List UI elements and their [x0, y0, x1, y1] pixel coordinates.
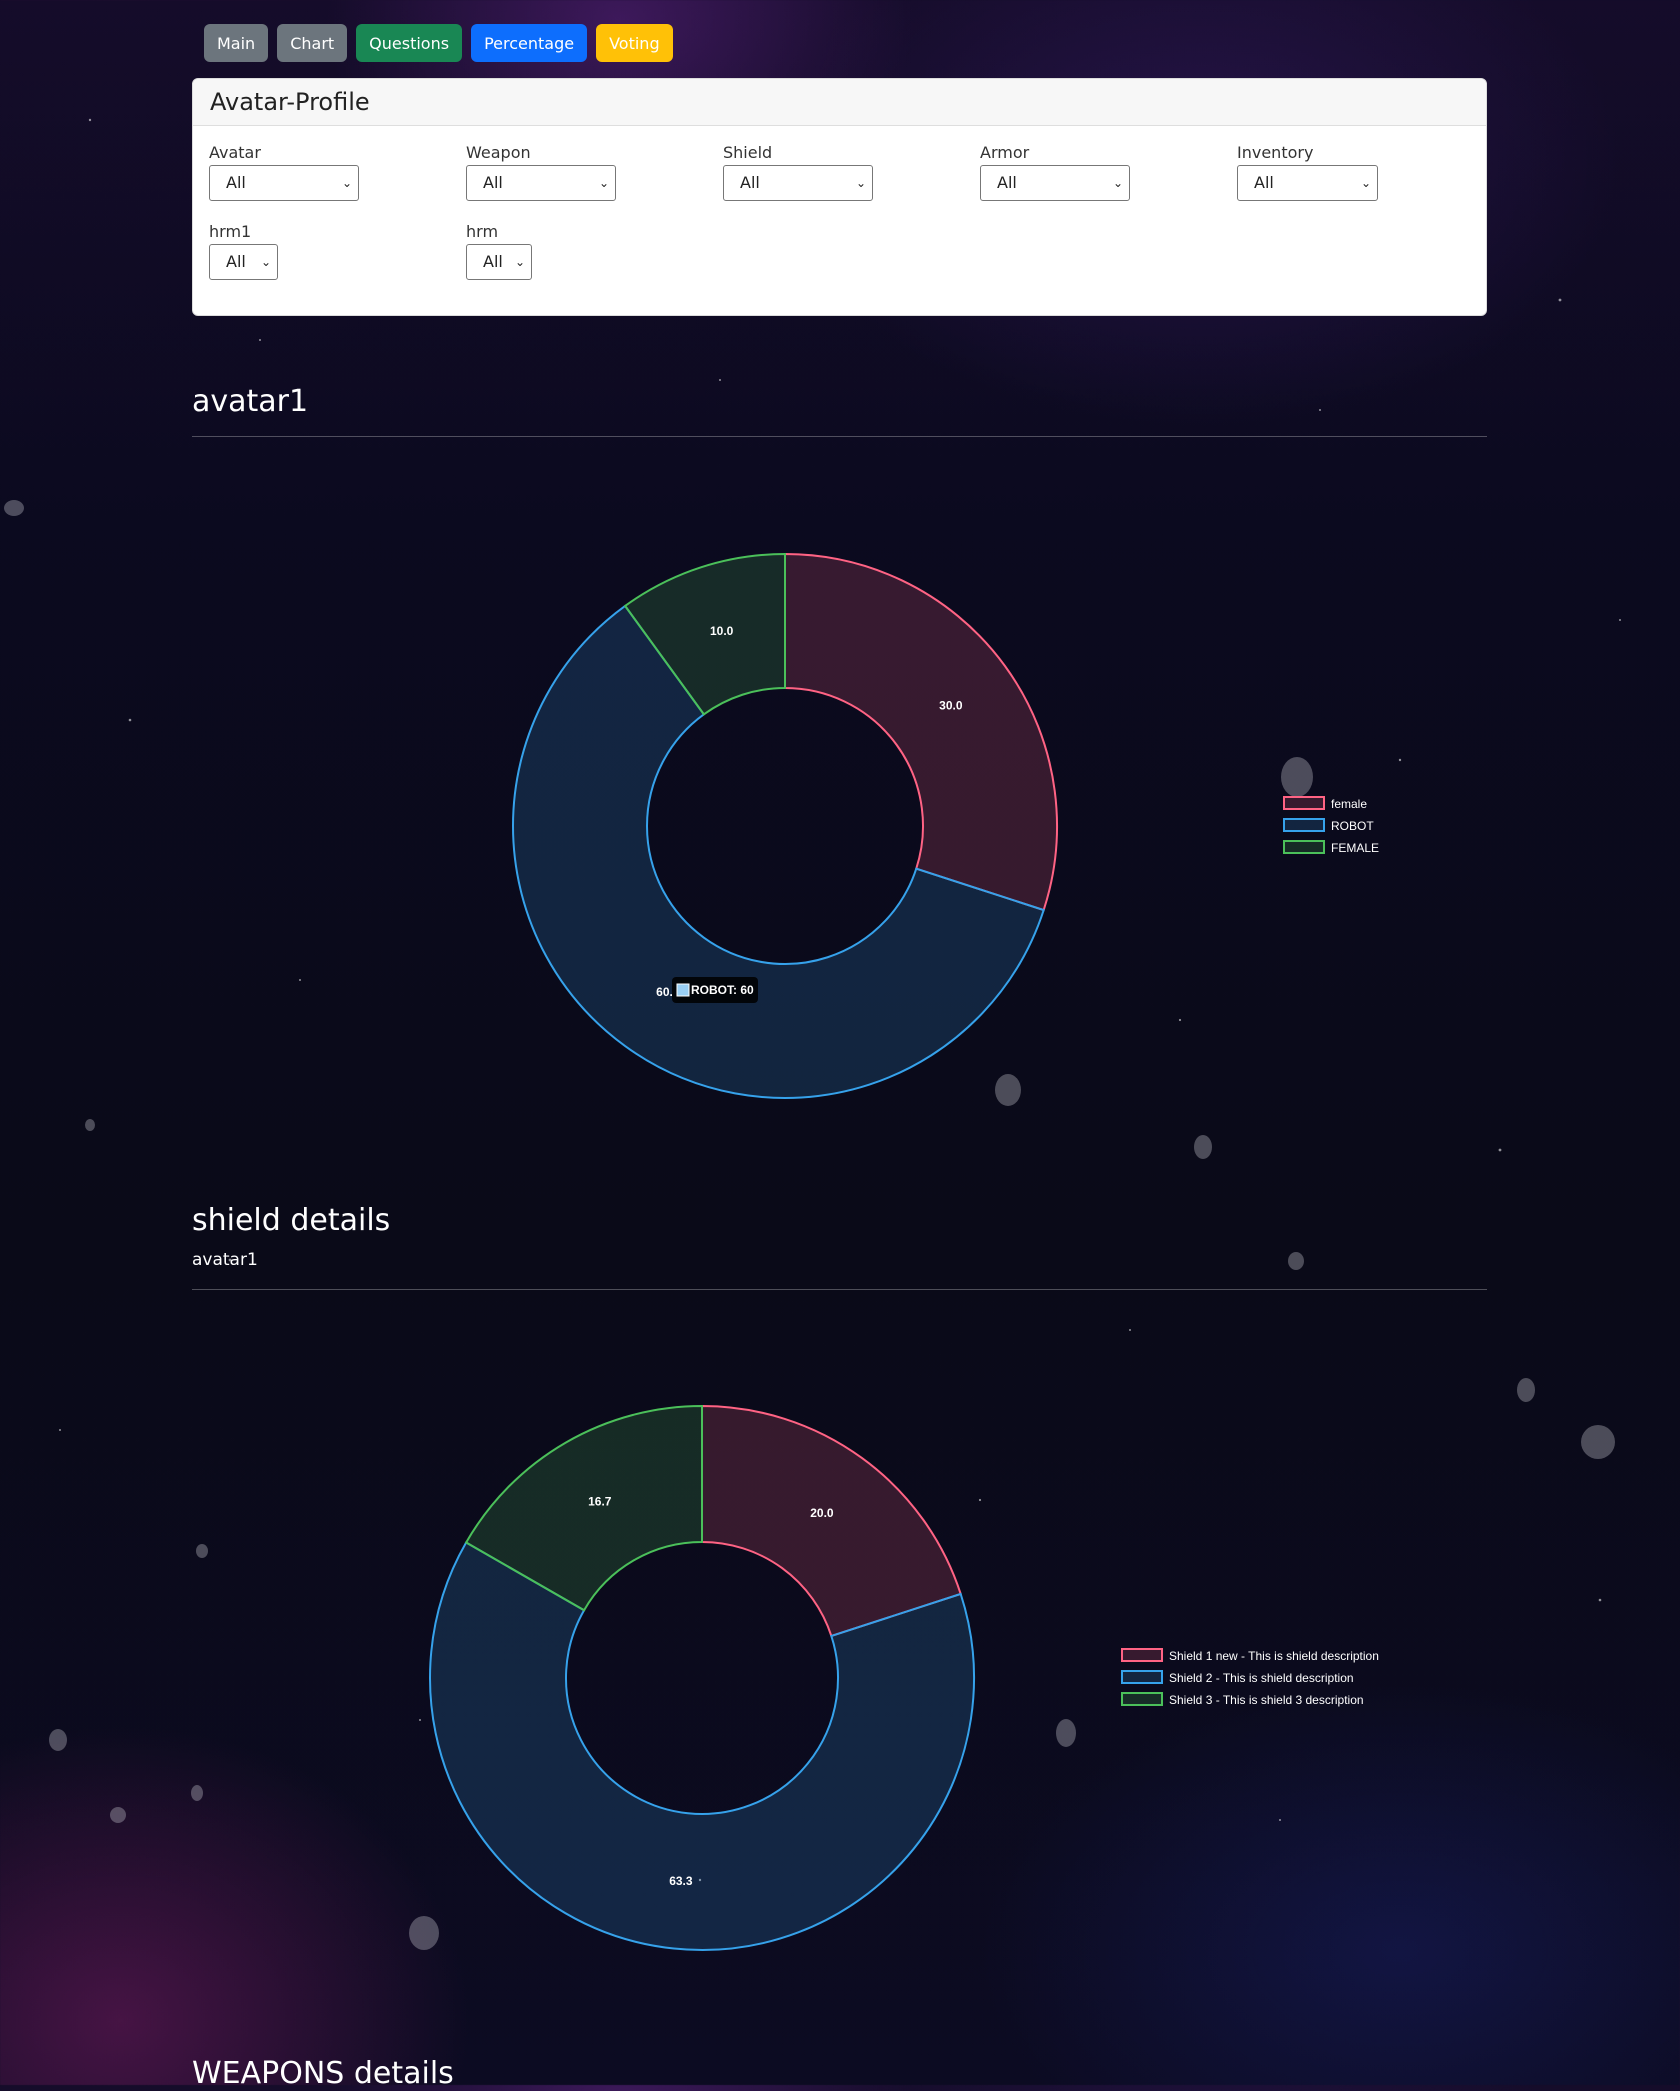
- legend-label[interactable]: Shield 2 - This is shield description: [1169, 1671, 1354, 1685]
- legend-label[interactable]: Shield 3 - This is shield 3 description: [1169, 1693, 1364, 1707]
- data-label: 20.0: [810, 1506, 834, 1520]
- weapons-section-title: WEAPONS details: [192, 2056, 454, 2091]
- legend-swatch: [1121, 1648, 1163, 1662]
- shield-doughnut-chart: 20.0 63.3 16.7 Shield 1 new - This is shiel…: [429, 1404, 1379, 1951]
- legend-swatch: [1121, 1692, 1163, 1706]
- doughnut-slice[interactable]: [701, 1404, 962, 1638]
- legend-label[interactable]: Shield 1 new - This is shield descriptio…: [1169, 1649, 1379, 1663]
- data-label: 63.3: [669, 1874, 693, 1888]
- data-label: 16.7: [588, 1494, 612, 1508]
- legend-swatch: [1121, 1670, 1163, 1684]
